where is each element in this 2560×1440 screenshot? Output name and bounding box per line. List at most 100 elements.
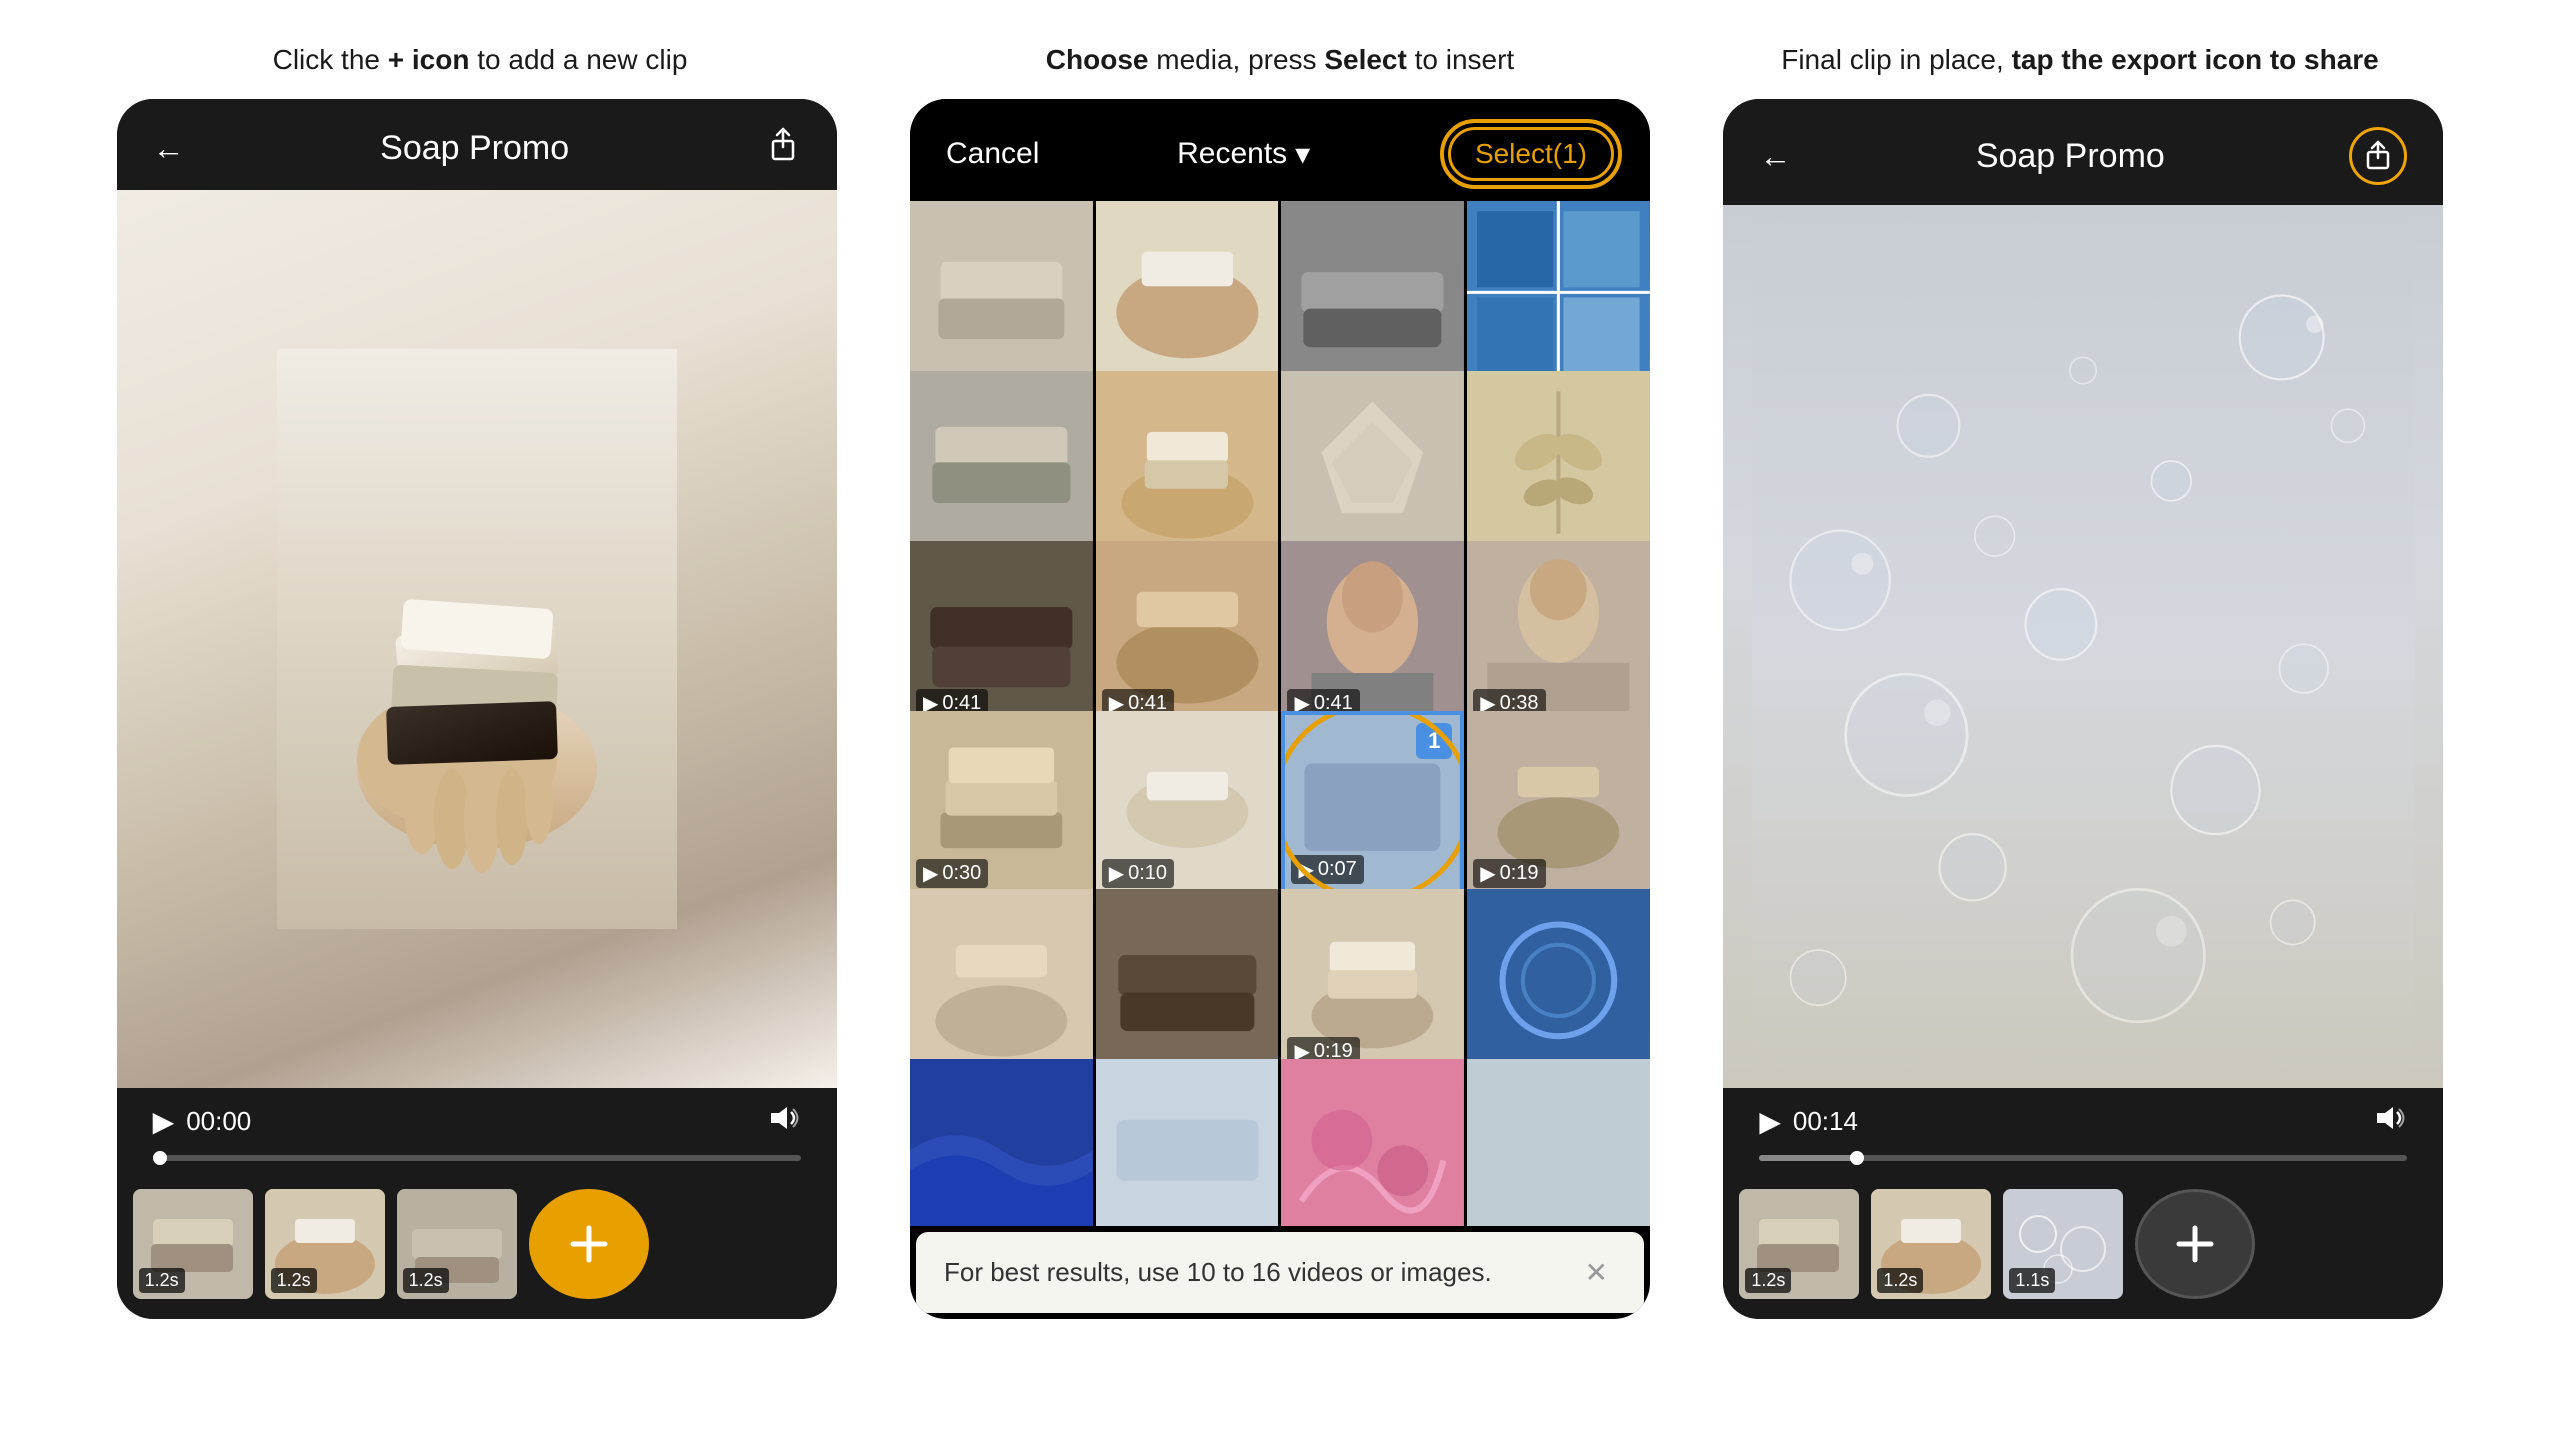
panel1-title: Soap Promo [380, 129, 569, 168]
clip-thumb-3[interactable]: 1.2s [397, 1189, 517, 1299]
clip-thumb-3-3[interactable]: 1.1s [2003, 1189, 2123, 1299]
tooltip-text: For best results, use 10 to 16 videos or… [944, 1254, 1577, 1290]
media-cell-21[interactable] [910, 1059, 1093, 1226]
add-clip-button-3[interactable] [2135, 1189, 2255, 1299]
add-clip-button[interactable] [529, 1189, 649, 1299]
progress-track-3[interactable] [1759, 1155, 2407, 1161]
progress-fill-3 [1759, 1155, 1856, 1161]
panel1-video-area [117, 190, 837, 1088]
volume-button-1[interactable] [767, 1104, 801, 1139]
video-cam-icon-7: ▶ [1298, 857, 1313, 882]
instruction-3: Final clip in place, tap the export icon… [1730, 40, 2430, 79]
clip-duration-3-2: 1.2s [1877, 1268, 1923, 1293]
panel3-controls: ▶ 00:14 [1723, 1088, 2443, 1151]
clip-thumb-3-1[interactable]: 1.2s [1739, 1189, 1859, 1299]
cell-16-duration: ▶ 0:19 [1473, 859, 1545, 888]
media-cell-16[interactable]: ▶ 0:19 [1467, 711, 1650, 894]
media-cell-12[interactable]: ▶ 0:38 [1467, 541, 1650, 724]
panel3-header: ← Soap Promo [1723, 99, 2443, 205]
export-button-3[interactable] [2349, 127, 2407, 185]
media-cell-20[interactable] [1467, 889, 1650, 1072]
media-cell-9[interactable]: ▶ 0:41 [910, 541, 1093, 724]
panel1-progress [117, 1151, 837, 1177]
clip-strip-3: 1.2s 1.2s 1.1s [1723, 1177, 2443, 1319]
media-cell-18[interactable] [1096, 889, 1279, 1072]
media-cell-1[interactable] [910, 201, 1093, 384]
panel3-progress [1723, 1151, 2443, 1177]
panel-media-picker: Cancel Recents ▾ Select(1) [910, 99, 1650, 1319]
media-cell-22[interactable] [1096, 1059, 1279, 1226]
play-icon-3: ▶ [1759, 1105, 1781, 1138]
back-button-3[interactable]: ← [1759, 138, 1791, 175]
progress-track-1[interactable] [153, 1155, 801, 1161]
cell-15-duration: ▶ 0:07 [1291, 855, 1363, 884]
media-cell-23[interactable] [1281, 1059, 1464, 1226]
cell-13-duration: ▶ 0:30 [916, 859, 988, 888]
picker-header: Cancel Recents ▾ Select(1) [910, 99, 1650, 201]
volume-button-3[interactable] [2373, 1104, 2407, 1139]
media-cell-19[interactable]: ▶ 0:19 [1281, 889, 1464, 1072]
media-cell-10[interactable]: ▶ 0:41 [1096, 541, 1279, 724]
select-button-wrapper: Select(1) [1448, 127, 1614, 181]
clip-thumb-1[interactable]: 1.2s [133, 1189, 253, 1299]
clip-thumb-3-2[interactable]: 1.2s [1871, 1189, 1991, 1299]
select-button[interactable]: Select(1) [1448, 127, 1614, 181]
media-cell-24[interactable] [1467, 1059, 1650, 1226]
media-cell-14[interactable]: ▶ 0:10 [1096, 711, 1279, 894]
play-button-3[interactable]: ▶ 00:14 [1759, 1105, 1858, 1138]
video-cam-icon-8: ▶ [1480, 861, 1495, 886]
media-cell-15[interactable]: 1 ▶ 0:07 [1281, 711, 1464, 894]
chevron-down-icon: ▾ [1295, 137, 1310, 172]
back-button-1[interactable]: ← [153, 130, 185, 167]
clip-duration-2: 1.2s [271, 1268, 317, 1293]
instruction-1-bold: + icon [388, 44, 470, 75]
media-cell-2[interactable] [1096, 201, 1279, 384]
play-button-1[interactable]: ▶ 00:00 [153, 1105, 252, 1138]
media-cell-4[interactable] [1467, 201, 1650, 384]
clip-duration-3: 1.2s [403, 1268, 449, 1293]
media-cell-5[interactable] [910, 371, 1093, 554]
media-cell-3[interactable] [1281, 201, 1464, 384]
cancel-button[interactable]: Cancel [946, 137, 1039, 171]
selected-badge-1: 1 [1416, 723, 1452, 759]
video-cam-icon-6: ▶ [1109, 861, 1124, 886]
instruction-3-bold: tap the export icon to share [2012, 44, 2379, 75]
cell-14-duration: ▶ 0:10 [1102, 859, 1174, 888]
instruction-row: Click the + icon to add a new clip Choos… [0, 0, 2560, 99]
export-button-1[interactable] [765, 127, 801, 170]
panels-row: ← Soap Promo [0, 99, 2560, 1440]
instruction-2-bold1: Choose [1046, 44, 1149, 75]
media-cell-17[interactable] [910, 889, 1093, 1072]
time-display-1: 00:00 [186, 1106, 251, 1137]
instruction-2: Choose media, press Select to insert [930, 40, 1630, 79]
media-cell-13[interactable]: ▶ 0:30 [910, 711, 1093, 894]
time-display-3: 00:14 [1793, 1106, 1858, 1137]
panel1-header: ← Soap Promo [117, 99, 837, 190]
media-cell-8[interactable] [1467, 371, 1650, 554]
panel3-title: Soap Promo [1976, 137, 2165, 176]
panel1-controls: ▶ 00:00 [117, 1088, 837, 1151]
progress-dot-3 [1850, 1151, 1864, 1165]
panel-add-clip: ← Soap Promo [117, 99, 837, 1319]
bubbles-visual [1723, 205, 2443, 1088]
instruction-2-bold2: Select [1324, 44, 1407, 75]
media-grid: ▶ 0:41 ▶ 0:41 ▶ 0:41 ▶ 0:38 [910, 201, 1650, 1226]
clip-thumb-2[interactable]: 1.2s [265, 1189, 385, 1299]
media-cell-11[interactable]: ▶ 0:41 [1281, 541, 1464, 724]
clip-duration-3-1: 1.2s [1745, 1268, 1791, 1293]
tooltip-bar: For best results, use 10 to 16 videos or… [916, 1232, 1644, 1313]
recents-dropdown[interactable]: Recents ▾ [1177, 137, 1310, 172]
clip-duration-3-3: 1.1s [2009, 1268, 2055, 1293]
tooltip-close-button[interactable]: ✕ [1577, 1252, 1616, 1293]
recents-label: Recents [1177, 137, 1287, 171]
video-cam-icon-5: ▶ [923, 861, 938, 886]
instruction-1: Click the + icon to add a new clip [130, 40, 830, 79]
progress-dot-1 [153, 1151, 167, 1165]
play-icon-1: ▶ [153, 1105, 175, 1138]
clip-duration-1: 1.2s [139, 1268, 185, 1293]
soap-hands-visual [117, 190, 837, 1088]
panel3-video-area [1723, 205, 2443, 1088]
clip-strip-1: 1.2s 1.2s 1.2s [117, 1177, 837, 1319]
media-cell-6[interactable] [1096, 371, 1279, 554]
media-cell-7[interactable] [1281, 371, 1464, 554]
